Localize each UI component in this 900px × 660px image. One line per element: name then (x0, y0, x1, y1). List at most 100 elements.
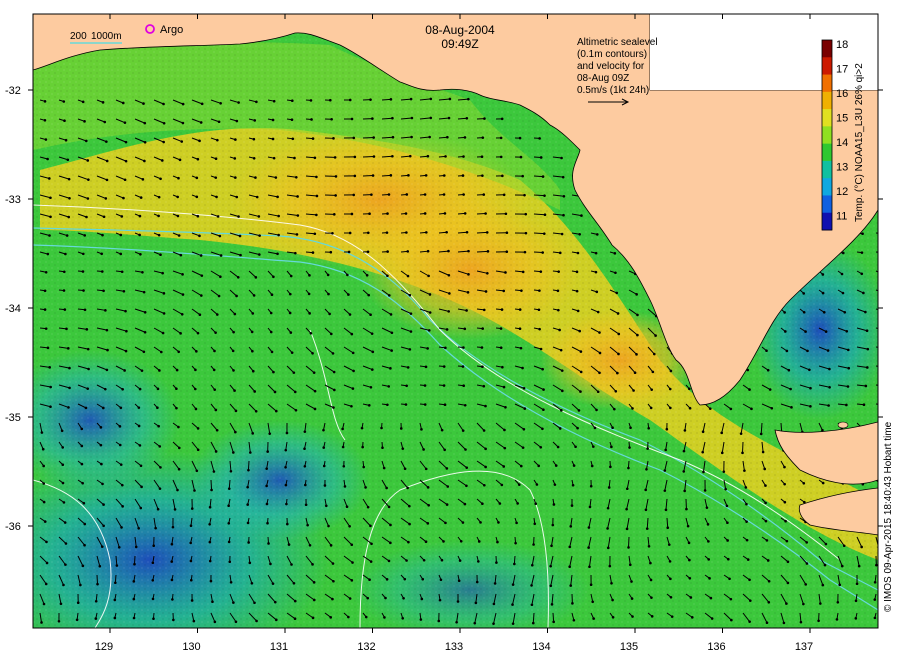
velocity-arrow-head (227, 487, 231, 490)
velocity-arrow-head (331, 231, 334, 235)
velocity-arrow-head (101, 482, 104, 486)
velocity-arrow-head (83, 543, 86, 547)
velocity-arrow-head (866, 366, 869, 369)
velocity-arrow-head (159, 177, 162, 181)
velocity-arrow-head (252, 156, 256, 160)
velocity-arrow-head (346, 273, 349, 277)
velocity-arrow-head (505, 231, 509, 235)
velocity-arrow-head (44, 582, 48, 586)
velocity-arrow-head (348, 98, 352, 102)
velocity-arrow-head (348, 231, 352, 235)
velocity-arrow-head (102, 524, 105, 528)
velocity-arrow-head (817, 619, 820, 623)
colorbar-tick-label: 11 (836, 211, 847, 223)
velocity-arrow-head (426, 347, 429, 350)
velocity-arrow-head (427, 274, 430, 278)
velocity-arrow-head (368, 578, 371, 582)
velocity-arrow-head (521, 174, 524, 178)
velocity-arrow-head (556, 445, 560, 449)
velocity-arrow-head (442, 193, 446, 196)
velocity-arrow-head (821, 291, 825, 295)
velocity-arrow-head (405, 193, 409, 196)
velocity-arrow-head (535, 483, 539, 486)
velocity-arrow-head (48, 366, 51, 369)
velocity-arrow-head (517, 483, 521, 486)
velocity-arrow-head (151, 561, 155, 565)
velocity-arrow-head (196, 157, 200, 161)
velocity-arrow-head (83, 522, 87, 526)
velocity-arrow-head (524, 212, 528, 216)
velocity-arrow-head (579, 390, 582, 393)
velocity-arrow-head (462, 193, 465, 196)
velocity-arrow-head (650, 596, 653, 599)
velocity-arrow-head (670, 615, 674, 618)
velocity-arrow-head (615, 291, 619, 295)
velocity-arrow-head (94, 599, 98, 603)
velocity-arrow-head (443, 212, 447, 215)
velocity-arrow-head (875, 563, 878, 567)
velocity-arrow-head (577, 409, 581, 412)
velocity-arrow-head (251, 369, 255, 373)
velocity-arrow-head (560, 369, 564, 372)
velocity-arrow-head (48, 177, 51, 180)
velocity-arrow-head (138, 233, 141, 237)
velocity-arrow-head (62, 289, 66, 292)
velocity-arrow-head (808, 368, 811, 372)
velocity-arrow-head (387, 193, 391, 196)
velocity-arrow-head (189, 578, 193, 582)
velocity-arrow-head (142, 102, 145, 105)
velocity-arrow-head (84, 139, 88, 143)
velocity-arrow-head (293, 617, 297, 620)
sealevel-note-line: Altimetric sealevel (577, 37, 658, 48)
velocity-arrow-head (195, 176, 199, 180)
velocity-arrow-head (787, 368, 791, 372)
velocity-arrow-head (198, 234, 201, 238)
velocity-arrow-head (81, 564, 85, 568)
velocity-arrow-head (588, 565, 591, 569)
velocity-arrow-head (483, 117, 486, 120)
velocity-arrow-head (554, 464, 558, 467)
velocity-arrow-head (158, 487, 162, 490)
velocity-arrow-head (386, 274, 389, 278)
velocity-arrow-head (125, 329, 128, 333)
velocity-arrow-head (521, 270, 525, 274)
velocity-arrow-head (409, 330, 413, 333)
velocity-arrow-head (568, 565, 571, 569)
velocity-arrow-head (482, 193, 486, 196)
velocity-arrow-head (176, 214, 180, 218)
velocity-arrow-head (596, 390, 600, 394)
velocity-arrow-head (569, 525, 573, 528)
velocity-arrow-head (492, 602, 496, 606)
velocity-arrow-head (177, 446, 181, 450)
velocity-arrow-head (350, 579, 354, 582)
velocity-arrow-head (45, 561, 49, 565)
velocity-arrow-head (457, 579, 461, 583)
velocity-arrow-head (843, 310, 847, 314)
velocity-arrow-head (229, 580, 233, 584)
velocity-arrow-head (329, 544, 333, 547)
velocity-arrow-head (575, 270, 579, 274)
velocity-arrow-head (404, 212, 408, 215)
velocity-arrow-head (181, 273, 184, 276)
velocity-arrow-head (156, 507, 160, 511)
velocity-arrow-head (516, 502, 519, 505)
velocity-arrow-head (189, 541, 192, 545)
velocity-arrow-head (113, 616, 117, 620)
velocity-arrow-head (425, 231, 428, 234)
velocity-arrow-head (421, 577, 425, 581)
velocity-arrow-head (845, 403, 848, 407)
velocity-arrow-head (445, 230, 448, 234)
velocity-arrow-head (196, 331, 200, 335)
velocity-arrow-head (741, 451, 744, 455)
colorbar-tick-label: 14 (836, 137, 848, 149)
velocity-arrow-head (296, 195, 299, 198)
velocity-arrow-head (484, 404, 487, 408)
velocity-arrow-head (333, 156, 337, 159)
velocity-arrow-head (543, 213, 547, 217)
velocity-arrow-head (44, 270, 48, 274)
velocity-arrow-head (208, 540, 212, 544)
velocity-arrow-head (213, 388, 217, 391)
velocity-arrow-head (254, 409, 258, 413)
isobath-legend: 200 1000m (70, 31, 122, 44)
velocity-arrow-head (496, 540, 499, 544)
